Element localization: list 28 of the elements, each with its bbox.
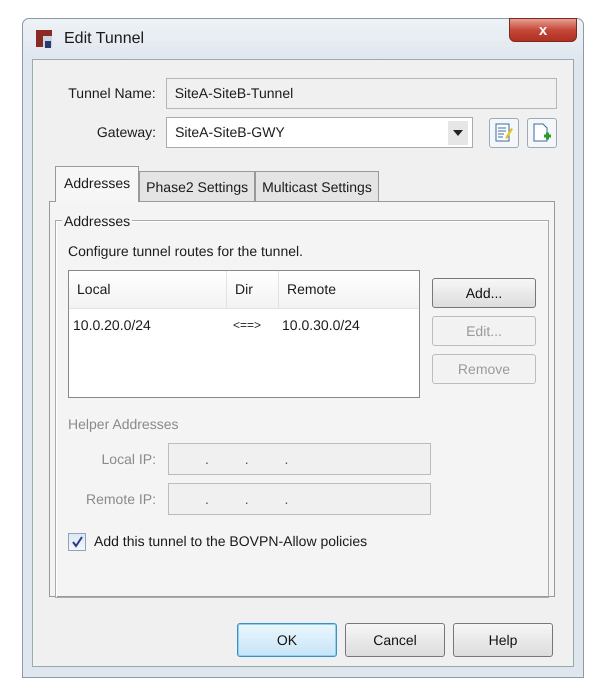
checkbox[interactable] [68, 532, 86, 550]
add-document-icon[interactable] [527, 118, 557, 148]
field-label: Gateway: [96, 123, 158, 142]
tab[interactable]: Addresses [55, 166, 140, 202]
window-title: Edit Tunnel [64, 29, 144, 49]
column-header[interactable]: Dir [227, 279, 253, 300]
dialog-button[interactable]: Help [453, 623, 553, 657]
caret-icon [453, 130, 464, 136]
table-cell-text: 10.0.30.0/24 [281, 316, 360, 332]
field-label: Local IP: [100, 450, 157, 468]
table-cell-text: 10.0.20.0/24 [72, 316, 151, 334]
tab[interactable]: Phase2 Settings [139, 171, 256, 201]
dialog-button[interactable]: Cancel [345, 623, 445, 657]
action-button[interactable]: Add... [432, 278, 536, 308]
description-text: Configure tunnel routes for the tunnel. [68, 242, 304, 261]
gateway-dropdown[interactable]: SiteA-SiteB-GWY [166, 117, 474, 148]
checkbox-label: Add this tunnel to the BOVPN-Allow policies [94, 532, 368, 551]
column-header[interactable]: Remote [279, 281, 336, 297]
dialog-button[interactable]: OK [237, 623, 337, 657]
tab[interactable]: Multicast Settings [255, 171, 379, 201]
table-cell-text: <==> [232, 317, 262, 334]
section-title: Helper Addresses [68, 415, 180, 434]
tunnel-name-field[interactable]: SiteA-SiteB-Tunnel [166, 78, 557, 109]
close-button[interactable]: x [509, 18, 577, 42]
field-label: Remote IP: [84, 490, 157, 508]
column-header[interactable]: Local [69, 279, 110, 300]
edit-icon[interactable] [489, 118, 520, 148]
field-label: Tunnel Name: [67, 84, 157, 103]
